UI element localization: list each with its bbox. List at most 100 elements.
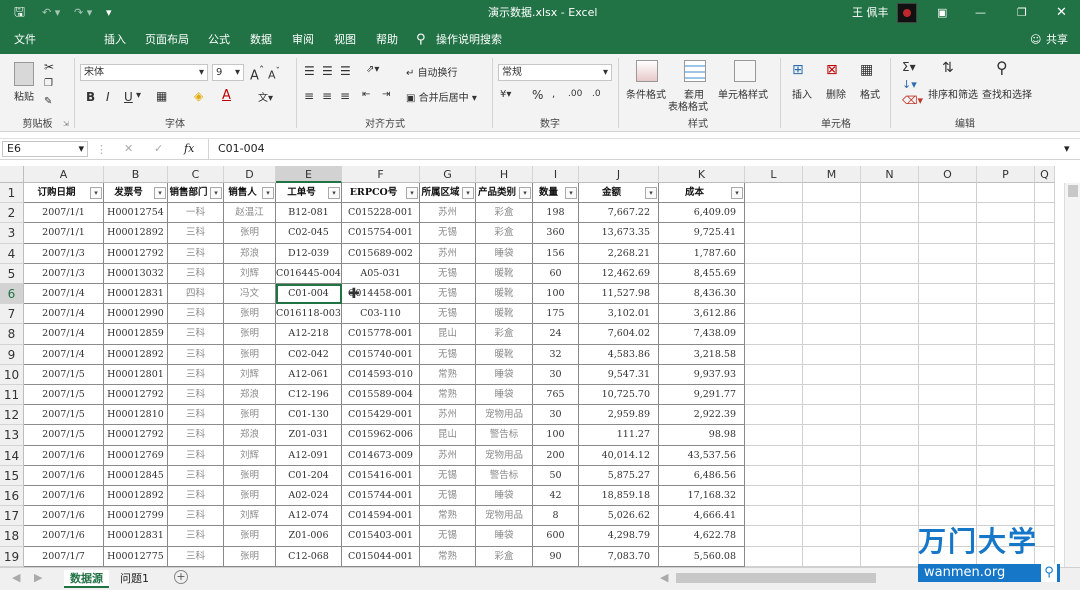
table-cell[interactable]: 50 xyxy=(533,465,579,486)
empty-cell[interactable] xyxy=(861,546,919,567)
table-cell[interactable]: 2007/1/7 xyxy=(24,546,104,567)
empty-cell[interactable] xyxy=(919,324,977,345)
number-format-combo[interactable]: 常规 ▾ xyxy=(498,64,612,81)
empty-cell[interactable] xyxy=(745,385,803,406)
empty-cell[interactable] xyxy=(745,425,803,446)
table-cell[interactable]: 无锡 xyxy=(420,486,476,507)
empty-cell[interactable] xyxy=(977,465,1035,486)
table-cell[interactable]: C015044-001 xyxy=(342,546,420,567)
empty-cell[interactable] xyxy=(745,203,803,224)
table-cell[interactable]: 2007/1/3 xyxy=(24,263,104,284)
table-cell[interactable]: 3,612.86 xyxy=(659,304,745,325)
avatar[interactable] xyxy=(897,3,917,23)
table-cell[interactable]: 三科 xyxy=(168,243,224,264)
filter-dropdown-icon[interactable]: ▾ xyxy=(565,187,577,199)
empty-cell[interactable] xyxy=(919,425,977,446)
table-cell[interactable]: 4,666.41 xyxy=(659,506,745,527)
table-cell[interactable]: 13,673.35 xyxy=(579,223,659,244)
customize-qat-icon[interactable]: ▾ xyxy=(106,0,112,26)
header-cell[interactable]: 所属区域 ▾ xyxy=(420,183,476,204)
table-cell[interactable]: C015589-004 xyxy=(342,385,420,406)
sheet-tab-source[interactable]: 数据源 xyxy=(64,570,109,588)
empty-cell[interactable] xyxy=(861,223,919,244)
table-cell[interactable]: 5,026.62 xyxy=(579,506,659,527)
table-cell[interactable]: 彩盒 xyxy=(476,203,533,224)
phonetic-icon[interactable]: 文▾ xyxy=(258,89,273,104)
table-cell[interactable]: C02-042 xyxy=(276,344,342,365)
row-header[interactable]: 9 xyxy=(0,344,24,365)
table-cell[interactable]: 刘辉 xyxy=(224,445,276,466)
column-header-Q[interactable]: Q xyxy=(1035,166,1055,183)
table-cell[interactable]: 无锡 xyxy=(420,465,476,486)
table-cell[interactable]: C014673-009 xyxy=(342,445,420,466)
empty-cell[interactable] xyxy=(919,284,977,305)
close-icon[interactable]: ✕ xyxy=(1056,0,1067,26)
empty-cell[interactable] xyxy=(745,465,803,486)
table-cell[interactable]: 常熟 xyxy=(420,506,476,527)
table-cell[interactable]: 10,725.70 xyxy=(579,385,659,406)
table-cell[interactable]: C016445-004 xyxy=(276,263,342,284)
table-cell[interactable]: 5,875.27 xyxy=(579,465,659,486)
table-cell[interactable]: C01-004 xyxy=(276,284,342,305)
share-button[interactable]: 共享 xyxy=(1046,26,1068,54)
tab-view[interactable]: 视图 xyxy=(334,26,356,54)
table-cell[interactable]: 睡袋 xyxy=(476,364,533,385)
empty-cell[interactable] xyxy=(803,324,861,345)
undo-icon[interactable]: ↶ ▾ xyxy=(42,0,60,26)
empty-cell[interactable] xyxy=(861,405,919,426)
shrink-font-button[interactable]: Aˇ xyxy=(268,66,280,82)
autosum-icon[interactable]: Σ▾ xyxy=(902,60,916,74)
sheet-tab-q1[interactable]: 问题1 xyxy=(114,570,155,588)
empty-cell[interactable] xyxy=(861,506,919,527)
table-cell[interactable]: H00012831 xyxy=(104,526,168,547)
table-cell[interactable]: 昆山 xyxy=(420,425,476,446)
empty-cell[interactable] xyxy=(861,284,919,305)
select-all-corner[interactable] xyxy=(0,166,24,183)
align-right-icon[interactable]: ≡ xyxy=(340,89,350,103)
row-header[interactable]: 12 xyxy=(0,405,24,426)
tab-review[interactable]: 审阅 xyxy=(292,26,314,54)
table-cell[interactable]: 三科 xyxy=(168,425,224,446)
empty-cell[interactable] xyxy=(803,263,861,284)
column-header-B[interactable]: B xyxy=(104,166,168,183)
table-cell[interactable]: 9,937.93 xyxy=(659,364,745,385)
tab-help[interactable]: 帮助 xyxy=(376,26,398,54)
table-cell[interactable]: 冯文 xyxy=(224,284,276,305)
empty-cell[interactable] xyxy=(803,203,861,224)
empty-cell[interactable] xyxy=(861,203,919,224)
prev-sheet-icon[interactable]: ◀ xyxy=(12,571,20,584)
table-cell[interactable]: 2007/1/3 xyxy=(24,243,104,264)
empty-cell[interactable] xyxy=(803,183,861,204)
column-header-J[interactable]: J xyxy=(579,166,659,183)
empty-cell[interactable] xyxy=(1035,445,1055,466)
tell-me-search[interactable]: 操作说明搜索 xyxy=(436,26,502,54)
empty-cell[interactable] xyxy=(977,344,1035,365)
table-cell[interactable]: 11,527.98 xyxy=(579,284,659,305)
empty-cell[interactable] xyxy=(1035,385,1055,406)
fill-icon[interactable]: ↓▾ xyxy=(902,78,917,91)
empty-cell[interactable] xyxy=(977,243,1035,264)
scroll-thumb[interactable] xyxy=(1068,185,1078,197)
table-cell[interactable]: 8,455.69 xyxy=(659,263,745,284)
header-cell[interactable]: 产品类别 ▾ xyxy=(476,183,533,204)
header-cell[interactable]: 工单号 ▾ xyxy=(276,183,342,204)
table-cell[interactable]: A12-061 xyxy=(276,364,342,385)
row-header[interactable]: 18 xyxy=(0,526,24,547)
font-name-combo[interactable]: 宋体 ▾ xyxy=(80,64,208,81)
table-cell[interactable]: 8,436.30 xyxy=(659,284,745,305)
table-cell[interactable]: C014594-001 xyxy=(342,506,420,527)
empty-cell[interactable] xyxy=(919,243,977,264)
empty-cell[interactable] xyxy=(977,364,1035,385)
table-cell[interactable]: 3,102.01 xyxy=(579,304,659,325)
table-cell[interactable]: 17,168.32 xyxy=(659,486,745,507)
maximize-icon[interactable]: ❐ xyxy=(1017,0,1027,26)
empty-cell[interactable] xyxy=(803,243,861,264)
filter-dropdown-icon[interactable]: ▾ xyxy=(154,187,166,199)
table-cell[interactable]: C015429-001 xyxy=(342,405,420,426)
table-cell[interactable]: 无锡 xyxy=(420,263,476,284)
column-header-H[interactable]: H xyxy=(476,166,533,183)
table-cell[interactable]: 三科 xyxy=(168,385,224,406)
conditional-format-icon[interactable] xyxy=(636,60,658,82)
row-header[interactable]: 5 xyxy=(0,263,24,284)
empty-cell[interactable] xyxy=(1035,425,1055,446)
